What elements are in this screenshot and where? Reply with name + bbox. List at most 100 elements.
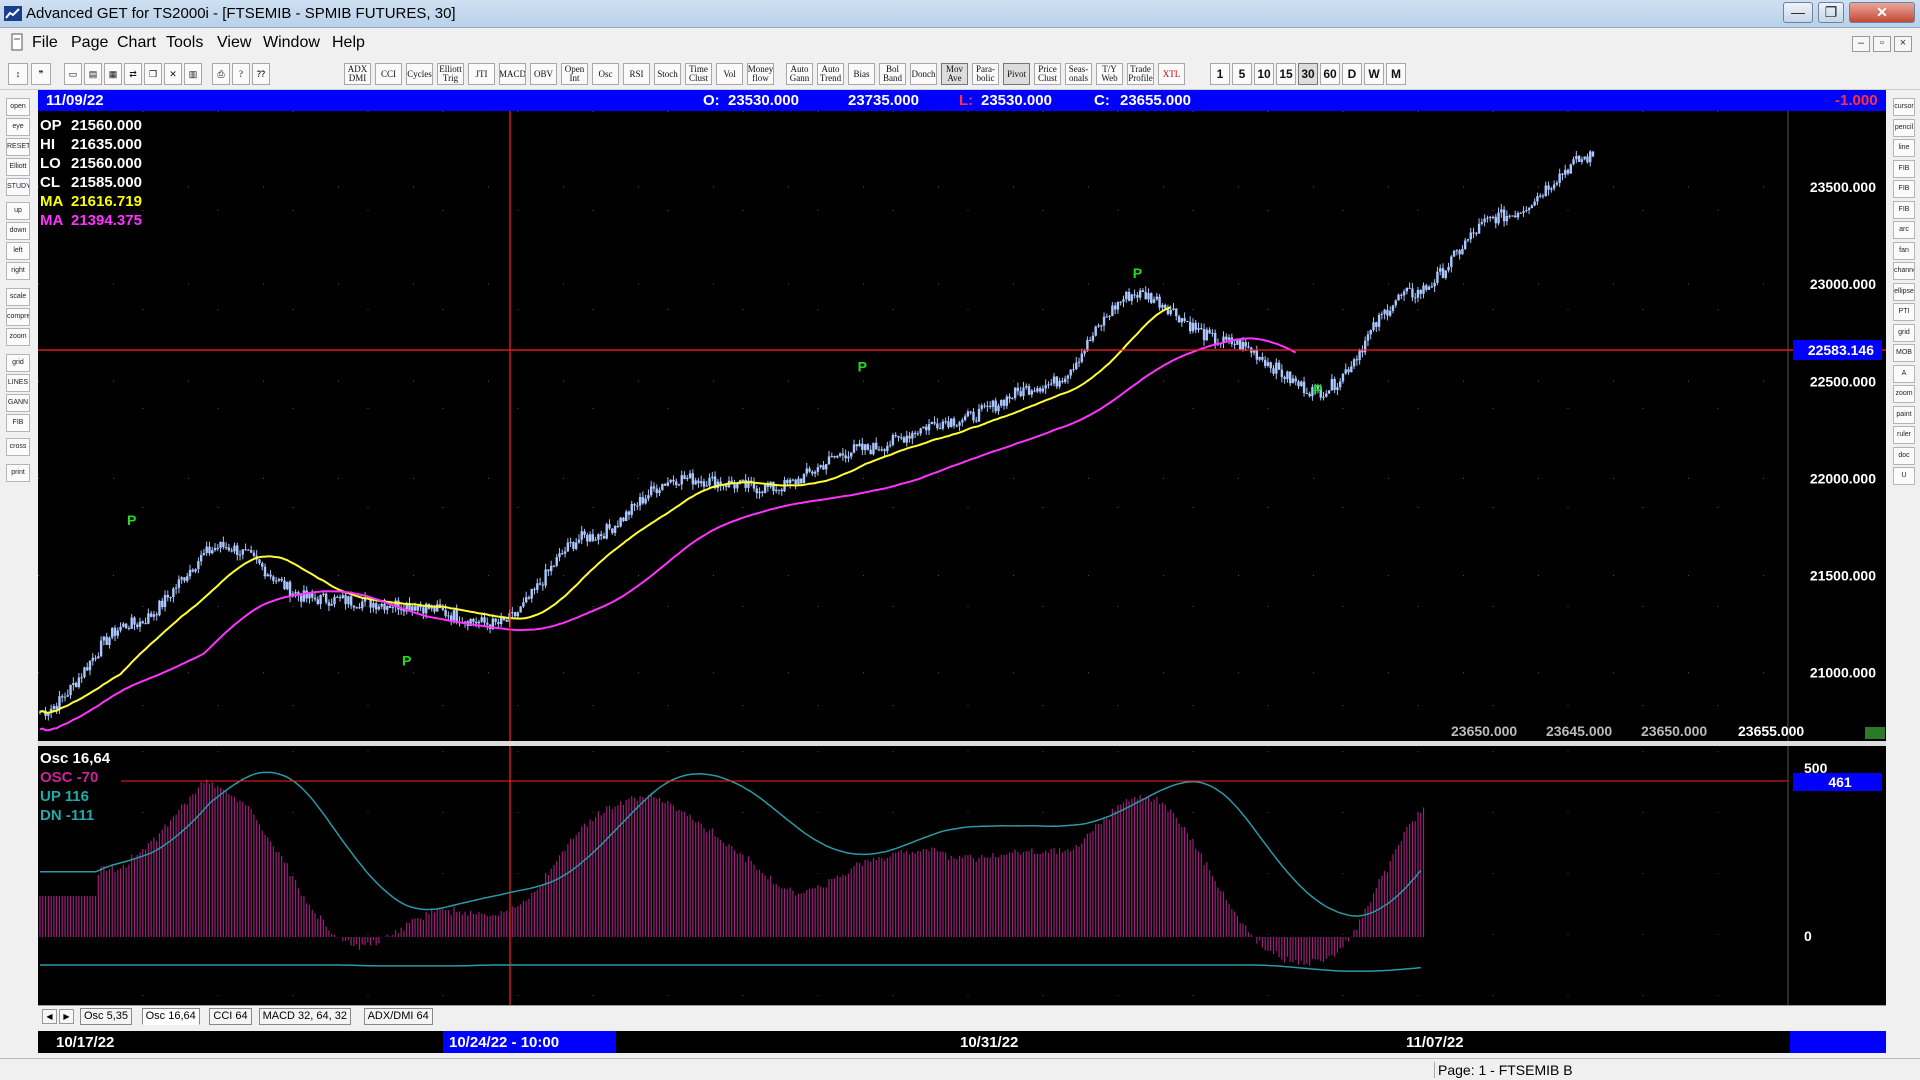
help-pointer-icon[interactable]: ⁇ [252,63,270,85]
indicator-button-bol-band[interactable]: Bol Band [879,63,906,85]
indicator-button-vol[interactable]: Vol [716,63,743,85]
right-tool-ellipse-icon[interactable]: ellipse [1893,282,1915,301]
indicator-button-cci[interactable]: CCI [375,63,402,85]
right-tool-fib-ext-icon[interactable]: FIB EXT [1893,180,1915,198]
left-tool-right-icon[interactable]: right [6,262,30,280]
interval-button-10[interactable]: 10 [1254,63,1274,85]
print-icon[interactable]: ⎙ [212,63,230,85]
quote-tool-icon[interactable]: ❞ [31,63,51,85]
mdi-close-button[interactable]: × [1894,36,1912,52]
tab-prev-button[interactable]: ◀ [42,1009,57,1024]
right-tool-zoom-icon[interactable]: zoom [1893,385,1915,403]
right-tool-grid-icon[interactable]: grid [1893,323,1915,342]
right-tool-paint-icon[interactable]: paint [1893,405,1915,424]
left-tool-zoom-icon[interactable]: zoom [6,328,30,346]
interval-button-d[interactable]: D [1342,63,1362,85]
right-tool-fib-time-icon[interactable]: FIB TIME [1893,200,1915,219]
indicator-button-donch[interactable]: Donch [910,63,937,85]
right-tool-arc-icon[interactable]: arc [1893,221,1915,239]
left-tool-reset-icon[interactable]: RESET [6,138,30,156]
open-page-icon[interactable]: ▤ [84,63,102,85]
indicator-button-bias[interactable]: Bias [848,63,875,85]
maximize-button[interactable]: ❐ [1818,2,1844,23]
close-button[interactable]: ✕ [1849,2,1915,23]
indicator-button-cycles[interactable]: Cycles [406,63,433,85]
interval-button-15[interactable]: 15 [1276,63,1296,85]
layout-icon[interactable]: ▦ [104,63,122,85]
indicator-button-mov-ave[interactable]: Mov Ave [941,63,968,85]
left-tool-down-icon[interactable]: down [6,222,30,240]
indicator-button-auto-gann[interactable]: Auto Gann [786,63,813,85]
interval-button-30[interactable]: 30 [1298,63,1318,85]
indicator-button-xtl[interactable]: XTL [1158,63,1185,85]
minimize-button[interactable]: — [1783,2,1813,23]
indicator-button-macd[interactable]: MACD [499,63,526,85]
tab-adx-dmi-64[interactable]: ADX/DMI 64 [363,1008,433,1025]
indicator-button-para-bolic[interactable]: Para-bolic [972,63,999,85]
menu-chart[interactable]: Chart [117,34,156,52]
right-tool-cursor-icon[interactable]: cursor [1893,98,1915,116]
right-tool-pti-icon[interactable]: PTI [1893,303,1915,321]
tab-cci-64[interactable]: CCI 64 [209,1008,252,1025]
new-page-icon[interactable]: ▭ [64,63,82,85]
left-tool-open-icon[interactable]: open [6,98,30,116]
tab-osc-16-64[interactable]: Osc 16,64 [141,1008,200,1025]
delete-icon[interactable]: ✕ [164,63,182,85]
right-tool-a-icon[interactable]: A [1893,364,1915,383]
indicator-button-pivot[interactable]: Pivot [1003,63,1030,85]
menu-page[interactable]: Page [71,34,108,52]
menu-view[interactable]: View [217,34,251,52]
right-tool-ruler-icon[interactable]: ruler [1893,426,1915,444]
interval-button-m[interactable]: M [1386,63,1406,85]
menu-file[interactable]: File [32,34,58,52]
mdi-restore-button[interactable]: ▫ [1873,36,1891,52]
left-tool-up-icon[interactable]: up [6,202,30,220]
tab-osc-5-35[interactable]: Osc 5,35 [80,1008,133,1025]
copy-icon[interactable]: ❐ [144,63,162,85]
indicator-button-open-int[interactable]: Open Int [561,63,588,85]
panel-resize-icon[interactable] [1865,727,1885,739]
indicator-button-trade-profile[interactable]: Trade Profile [1127,63,1154,85]
menu-help[interactable]: Help [332,34,365,52]
indicator-button-price-clust[interactable]: Price Clust [1034,63,1061,85]
interval-button-w[interactable]: W [1364,63,1384,85]
indicator-button-money-flow[interactable]: Money flow [747,63,774,85]
panel-separator[interactable] [38,741,1886,746]
indicator-button-elliott-trig[interactable]: Elliott Trig [437,63,464,85]
right-tool-line-icon[interactable]: line [1893,139,1915,157]
left-tool-print-icon[interactable]: print [6,464,30,482]
right-tool-u-icon[interactable]: U [1893,467,1915,485]
indicator-button-time-clust[interactable]: Time Clust [685,63,712,85]
interval-button-5[interactable]: 5 [1232,63,1252,85]
indicator-button-t-y-web[interactable]: T/Y Web [1096,63,1123,85]
left-tool-scale-icon[interactable]: scale [6,288,30,306]
hint-icon[interactable]: ? [232,63,250,85]
left-tool-compress-icon[interactable]: compress [6,308,30,326]
indicator-button-jti[interactable]: JTI [468,63,495,85]
indicator-button-rsi[interactable]: RSI [623,63,650,85]
indicator-button-stoch[interactable]: Stoch [654,63,681,85]
left-tool-grid-icon[interactable]: grid [6,354,30,372]
indicator-button-adx-dmi[interactable]: ADX DMI [344,63,371,85]
right-tool-channel-icon[interactable]: channel [1893,262,1915,280]
interval-button-1[interactable]: 1 [1210,63,1230,85]
indicator-button-seas-onals[interactable]: Seas-onals [1065,63,1092,85]
left-tool-fib-icon[interactable]: FIB [6,414,30,432]
left-tool-gann-icon[interactable]: GANN [6,394,30,412]
left-tool-elliott-icon[interactable]: Elliott [6,158,30,176]
right-tool-doc-icon[interactable]: doc [1893,446,1915,465]
menu-window[interactable]: Window [263,34,320,52]
pointer-tool-icon[interactable]: ↕ [8,63,28,85]
interval-button-60[interactable]: 60 [1320,63,1340,85]
tab-next-button[interactable]: ▶ [59,1009,74,1024]
chart-canvas[interactable]: P P P P P 23500.000 23000.000 22500.000 22000.0… [38,111,1886,1005]
indicator-button-obv[interactable]: OBV [530,63,557,85]
left-tool-study-icon[interactable]: STUDY [6,178,30,196]
left-tool-left-icon[interactable]: left [6,242,30,260]
arrange-icon[interactable]: ▥ [184,63,202,85]
menu-tools[interactable]: Tools [166,34,203,52]
right-tool-fib-ret-icon[interactable]: FIB RET [1893,159,1915,178]
indicator-button-osc[interactable]: Osc [592,63,619,85]
tab-macd-32-64-32[interactable]: MACD 32, 64, 32 [258,1008,351,1025]
right-tool-pencil-icon[interactable]: pencil [1893,118,1915,137]
